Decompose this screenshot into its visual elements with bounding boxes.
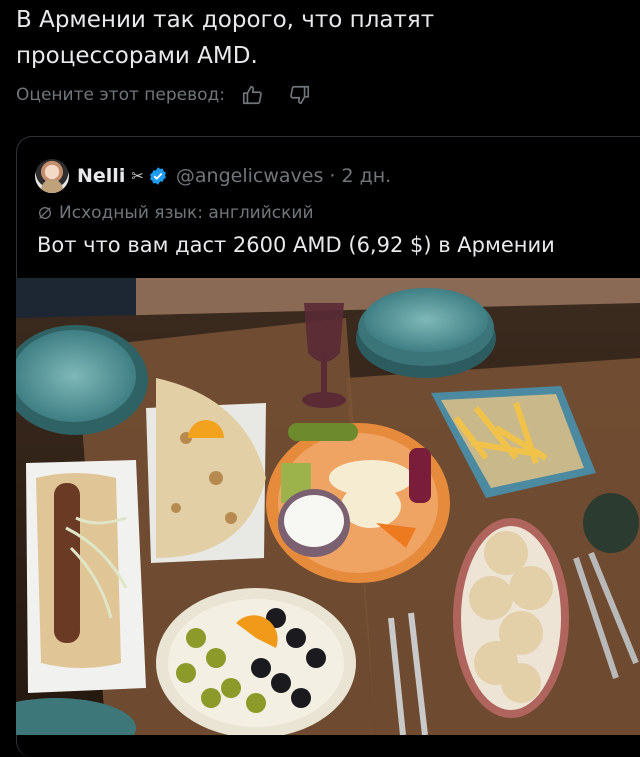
- post-text-line-2: процессорами AMD.: [16, 43, 258, 69]
- source-language: Исходный язык: английский: [37, 203, 314, 223]
- thumbs-up-icon[interactable]: [239, 82, 265, 108]
- author-name[interactable]: Nelli: [77, 165, 125, 187]
- verified-badge-icon: [149, 167, 166, 185]
- author-handle-and-time[interactable]: @angelicwaves · 2 дн.: [176, 165, 391, 187]
- rate-translation-label: Оцените этот перевод:: [16, 85, 226, 105]
- source-language-label: Исходный язык: английский: [59, 203, 314, 223]
- food-photo[interactable]: [16, 278, 640, 735]
- globe-off-icon: [39, 207, 51, 219]
- translation-feedback: Оцените этот перевод:: [16, 82, 335, 108]
- quoted-post-text: Вот что вам даст 2600 AMD (6,92 $) в Арм…: [37, 233, 555, 257]
- post-text: В Армении так дорого, что платят процесс…: [16, 2, 626, 74]
- quoted-post-header: Nelli ✂ @angelicwaves · 2 дн.: [35, 159, 391, 193]
- thumbs-down-icon[interactable]: [287, 82, 313, 108]
- scissors-emoji: ✂: [131, 167, 144, 185]
- post-text-line-1: В Армении так дорого, что платят: [16, 7, 435, 33]
- avatar[interactable]: [35, 159, 69, 193]
- food-photo-illustration: [16, 278, 640, 735]
